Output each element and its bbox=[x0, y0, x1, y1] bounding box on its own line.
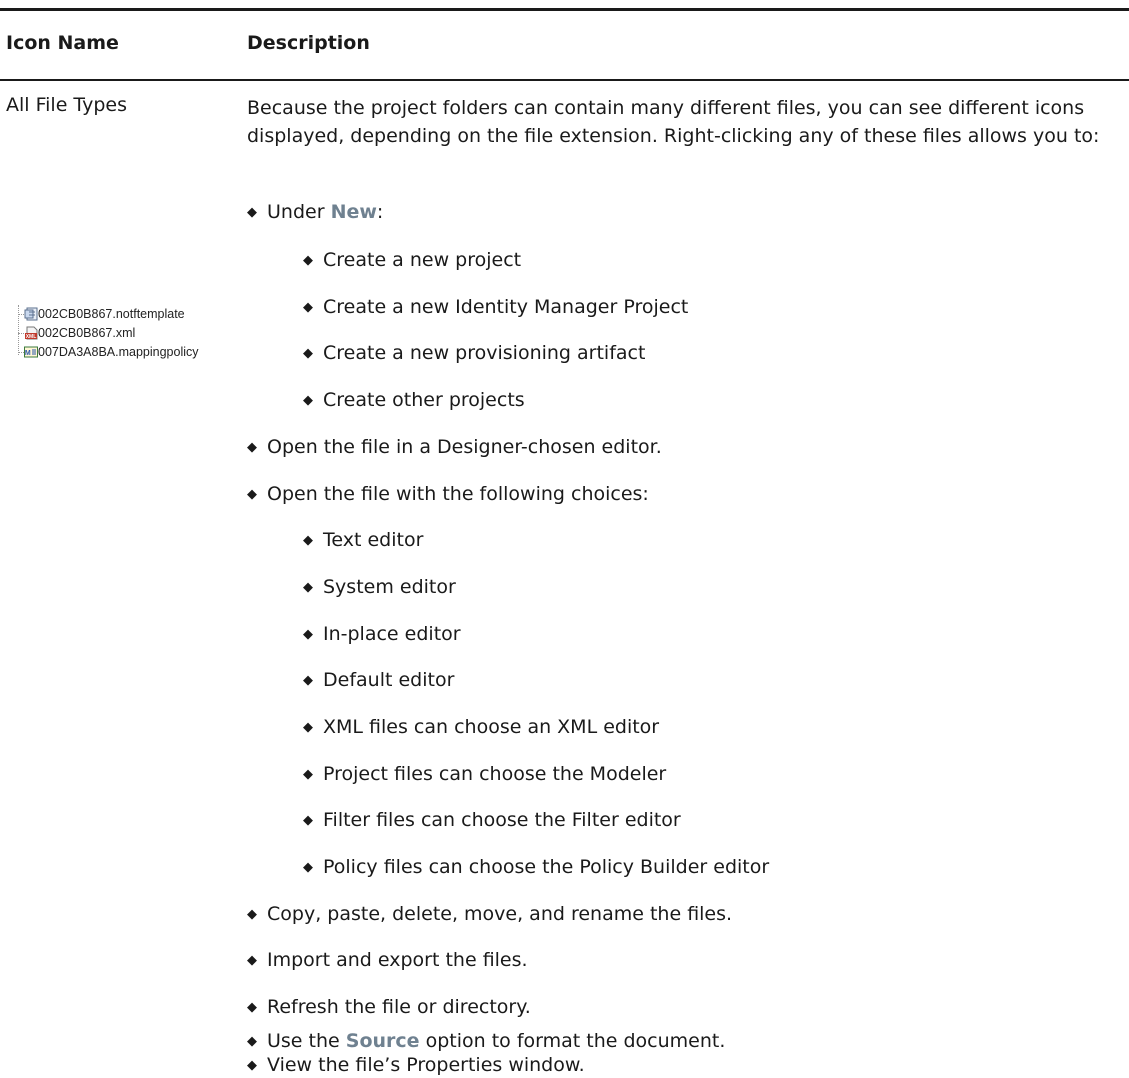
bullet-icon: ◆ bbox=[303, 627, 313, 642]
list-item-text: Filter files can choose the Filter edito… bbox=[323, 809, 681, 831]
list-item: ◆ XML files can choose an XML editor bbox=[303, 716, 659, 738]
file-tree: 002CB0B867.notftemplate XML 002CB0B867.x… bbox=[14, 305, 254, 362]
bullet-icon: ◆ bbox=[247, 1000, 257, 1015]
list-item-text: Under bbox=[267, 201, 331, 223]
bullet-icon: ◆ bbox=[247, 440, 257, 455]
list-item-text: Open the file with the following choices… bbox=[267, 483, 649, 505]
list-item: ◆ Default editor bbox=[303, 669, 454, 691]
xml-file-icon: XML bbox=[25, 326, 38, 340]
bullet-icon: ◆ bbox=[303, 300, 313, 315]
bullet-icon: ◆ bbox=[247, 953, 257, 968]
tree-file-name: 002CB0B867.notftemplate bbox=[38, 307, 185, 321]
description-intro: Because the project folders can contain … bbox=[247, 97, 1100, 147]
list-item: ◆ Filter files can choose the Filter edit… bbox=[303, 809, 681, 831]
bullet-icon: ◆ bbox=[303, 393, 313, 408]
bullet-icon: ◆ bbox=[303, 533, 313, 548]
bullet-icon: ◆ bbox=[303, 767, 313, 782]
bullet-icon: ◆ bbox=[303, 580, 313, 595]
tree-file-row: 002CB0B867.notftemplate bbox=[14, 305, 254, 324]
new-menu-label: New bbox=[330, 201, 377, 223]
list-item: ◆ Text editor bbox=[303, 529, 423, 551]
list-item: ◆ Create other projects bbox=[303, 389, 525, 411]
bullet-icon: ◆ bbox=[303, 253, 313, 268]
list-item-text: Create a new project bbox=[323, 249, 522, 271]
bullet-icon: ◆ bbox=[247, 205, 257, 220]
bullet-icon: ◆ bbox=[303, 720, 313, 735]
template-file-icon bbox=[24, 307, 38, 321]
list-item-text: Project files can choose the Modeler bbox=[323, 763, 667, 785]
bullet-icon: ◆ bbox=[303, 860, 313, 875]
table-top-rule bbox=[0, 8, 1129, 11]
list-item-text: XML files can choose an XML editor bbox=[323, 716, 660, 738]
bullet-icon: ◆ bbox=[247, 907, 257, 922]
list-item: ◆ Open the file with the following choice… bbox=[247, 483, 649, 505]
list-item: ◆ Under New: bbox=[247, 201, 383, 223]
bullet-icon: ◆ bbox=[303, 346, 313, 361]
source-option-label: Source bbox=[345, 1030, 420, 1052]
list-item-text: Policy files can choose the Policy Build… bbox=[323, 856, 770, 878]
list-item: ◆ Refresh the file or directory. bbox=[247, 996, 531, 1018]
mapping-policy-icon: M bbox=[24, 346, 38, 358]
header-icon-name: Icon Name bbox=[6, 32, 119, 54]
list-item: ◆ Open the file in a Designer-chosen edit… bbox=[247, 436, 662, 458]
list-item: ◆ In-place editor bbox=[303, 623, 461, 645]
list-item: ◆ Policy files can choose the Policy Buil… bbox=[303, 856, 769, 878]
list-item-text: In-place editor bbox=[323, 623, 461, 645]
list-item-text: Create other projects bbox=[323, 389, 525, 411]
bullet-icon: ◆ bbox=[303, 813, 313, 828]
svg-text:XML: XML bbox=[26, 334, 37, 340]
list-item-text: Use the bbox=[267, 1030, 346, 1052]
icon-name-cell: All File Types bbox=[6, 94, 127, 116]
list-item-text: Default editor bbox=[323, 669, 455, 691]
svg-text:M: M bbox=[25, 350, 31, 357]
list-item-text: : bbox=[376, 201, 384, 223]
bullet-icon: ◆ bbox=[247, 1034, 257, 1049]
tree-file-name: 002CB0B867.xml bbox=[38, 326, 136, 340]
tree-file-name: 007DA3A8BA.mappingpolicy bbox=[38, 345, 199, 359]
list-item-text: Refresh the file or directory. bbox=[267, 996, 531, 1018]
header-description: Description bbox=[247, 32, 370, 54]
list-item: ◆ Create a new provisioning artifact bbox=[303, 342, 645, 364]
list-item-text: View the file’s Properties window. bbox=[267, 1054, 585, 1076]
list-item-text: Import and export the files. bbox=[267, 949, 528, 971]
list-item: ◆ Project files can choose the Modeler bbox=[303, 763, 666, 785]
tree-file-row: M 007DA3A8BA.mappingpolicy bbox=[14, 343, 254, 362]
list-item: ◆ Import and export the files. bbox=[247, 949, 528, 971]
list-item-text: Create a new Identity Manager Project bbox=[323, 296, 689, 318]
bullet-icon: ◆ bbox=[247, 487, 257, 502]
tree-file-row: XML 002CB0B867.xml bbox=[14, 324, 254, 343]
list-item: ◆ System editor bbox=[303, 576, 456, 598]
list-item: ◆ Use the Source option to format the doc… bbox=[247, 1030, 725, 1052]
header-rule bbox=[0, 79, 1129, 81]
list-item: ◆ Copy, paste, delete, move, and rename t… bbox=[247, 903, 732, 925]
list-item: ◆ View the file’s Properties window. bbox=[247, 1054, 585, 1076]
bullet-icon: ◆ bbox=[303, 673, 313, 688]
list-item-text: Open the file in a Designer-chosen edito… bbox=[267, 436, 662, 458]
bullet-icon: ◆ bbox=[247, 1058, 257, 1073]
list-item-text: System editor bbox=[323, 576, 456, 598]
list-item-text: Copy, paste, delete, move, and rename th… bbox=[267, 903, 733, 925]
list-item: ◆ Create a new project bbox=[303, 249, 521, 271]
list-item-text: Text editor bbox=[323, 529, 424, 551]
list-item: ◆ Create a new Identity Manager Project bbox=[303, 296, 688, 318]
list-item-text: Create a new provisioning artifact bbox=[323, 342, 646, 364]
list-item-text: option to format the document. bbox=[419, 1030, 726, 1052]
